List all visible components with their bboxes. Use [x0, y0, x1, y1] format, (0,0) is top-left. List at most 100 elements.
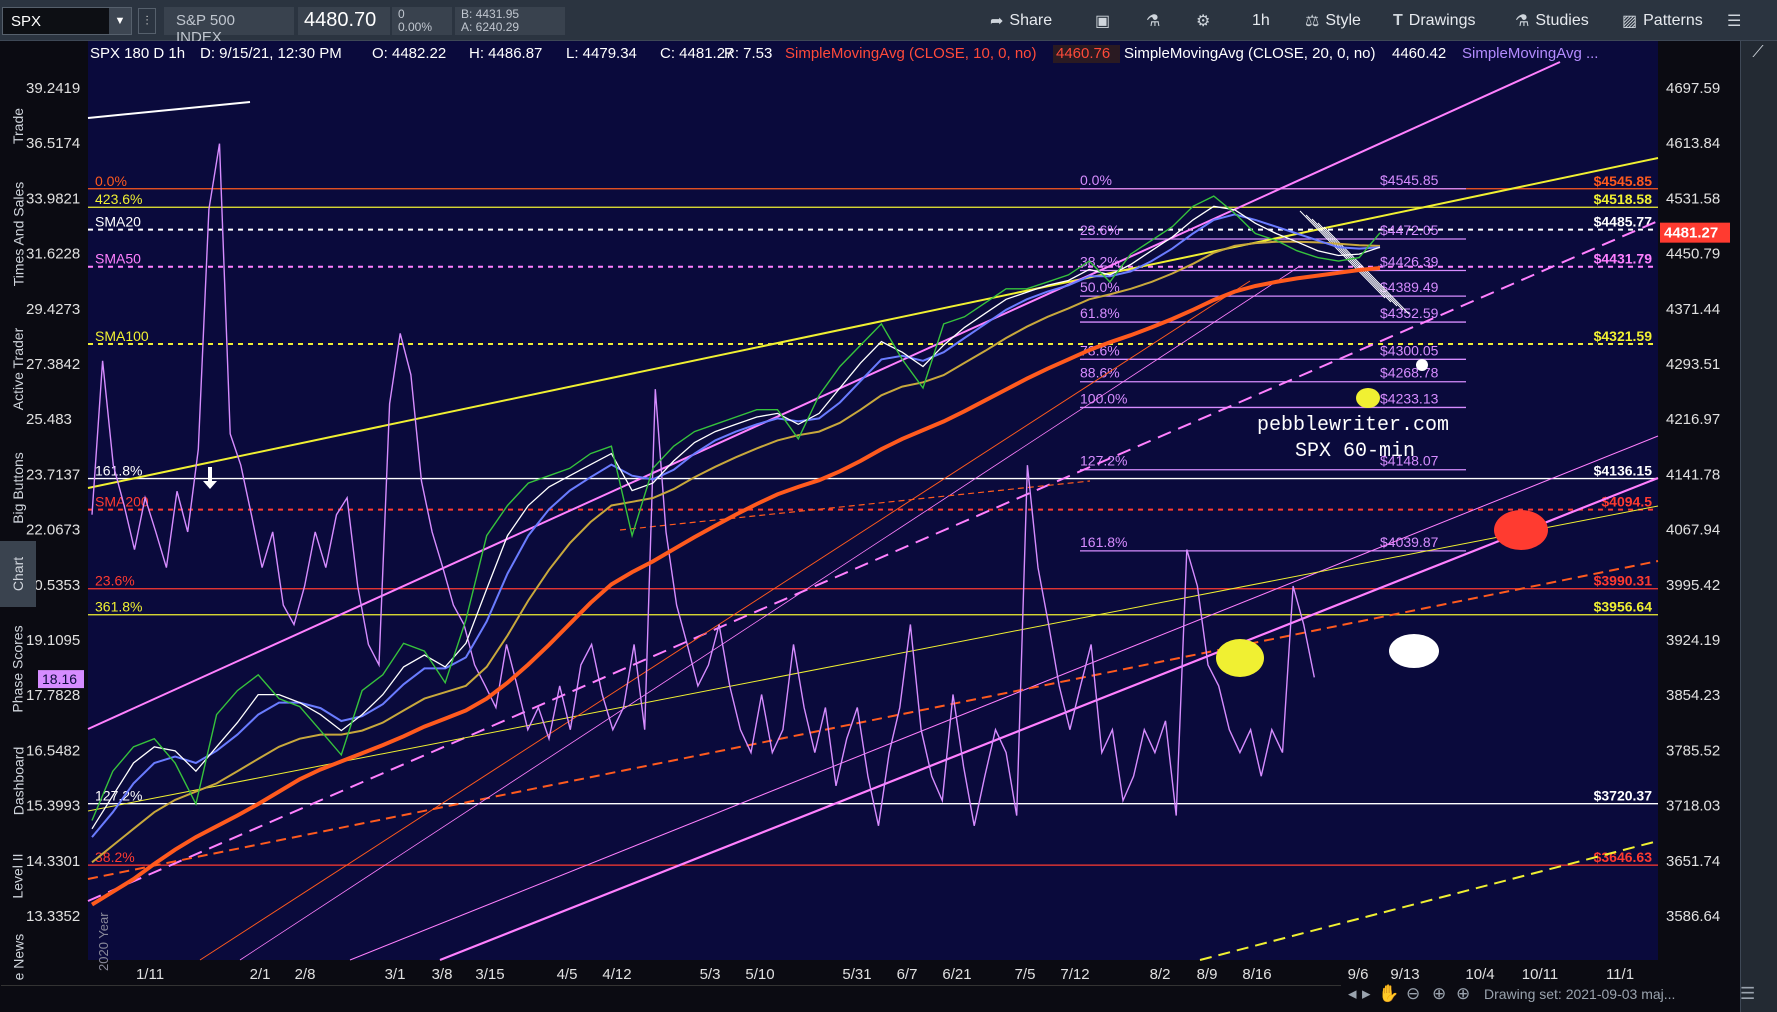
right-tab-chart[interactable]: Chart [0, 541, 36, 607]
menu-icon: ☰ [1727, 13, 1742, 30]
right-tab-label: Big Buttons [10, 452, 27, 524]
header-open: O: 4482.22 [372, 45, 446, 62]
watermark-subtitle: SPX 60-min [1295, 440, 1415, 463]
level-right-label: $3720.37 [1594, 788, 1653, 804]
lab-button[interactable]: ⚗ [1146, 8, 1160, 34]
right-tab-label: Times And Sales [10, 181, 26, 286]
time-tick-label: 6/21 [942, 966, 971, 981]
drawings-icon: T [1393, 12, 1403, 29]
price-tick-label: 3586.64 [1666, 908, 1720, 925]
level-left-label: 23.6% [95, 573, 135, 589]
scroll-left-icon[interactable]: ◂ [1348, 984, 1357, 1004]
drawing-set-label: Drawing set: 2021-09-03 maj... [1484, 986, 1676, 1002]
time-tick-label: 7/12 [1060, 966, 1089, 981]
fib-price-label: $4268.78 [1380, 365, 1439, 381]
price-tick-label: 4216.97 [1666, 411, 1720, 428]
time-tick-label: 3/15 [475, 966, 504, 981]
right-tab-trade[interactable]: Trade [0, 91, 36, 161]
style-icon: ⚖ [1305, 13, 1320, 30]
right-tab-label: Trade [10, 107, 26, 145]
crosshair-icon[interactable]: ⊕ [1432, 984, 1446, 1004]
header-sma20-label: SimpleMovingAvg (CLOSE, 20, 0, no) [1124, 45, 1376, 62]
scroll-right-icon[interactable]: ▸ [1362, 984, 1371, 1004]
header-prefix: SPX 180 D 1h [90, 45, 185, 62]
right-tab-label: Chart [9, 556, 26, 592]
right-tab-phase-scores[interactable]: Phase Scores [0, 611, 36, 726]
zoom-in-icon[interactable]: ⊕ [1456, 984, 1470, 1004]
time-tick-label: 4/12 [602, 966, 631, 981]
right-tab-level-ii[interactable]: Level II [0, 836, 36, 916]
level-right-label: $3990.31 [1594, 573, 1653, 589]
style-label: Style [1325, 12, 1361, 29]
level-right-label: $3646.63 [1594, 849, 1653, 865]
time-scrollbar[interactable] [1, 985, 1341, 999]
target-marker-red [1494, 510, 1548, 550]
level-left-label: SMA100 [95, 328, 149, 344]
target-marker-white-small [1416, 359, 1428, 371]
right-tab-dashboard[interactable]: Dashboard [0, 731, 36, 831]
year-label: 2020 Year [96, 912, 111, 971]
time-tick-label: 1/11 [136, 966, 164, 981]
last-price: 4480.70 [298, 7, 390, 35]
time-tick-label: 7/5 [1015, 966, 1036, 981]
right-tab-big-buttons[interactable]: Big Buttons [0, 438, 36, 538]
time-tick-label: 5/10 [745, 966, 774, 981]
price-chart[interactable]: 0.0% $4545.85423.6% $4518.58SMA20 $4485.77S… [0, 41, 1740, 981]
time-tick-label: 10/11 [1522, 966, 1558, 981]
level-right-label: $4094.5 [1601, 494, 1652, 510]
patterns-icon: ▨ [1622, 13, 1638, 30]
right-tab-label: Level II [10, 853, 27, 899]
drawings-button[interactable]: T Drawings [1393, 8, 1475, 34]
studies-button[interactable]: ⚗ Studies [1515, 8, 1589, 34]
fib-price-label: $4039.87 [1380, 534, 1439, 550]
time-tick-label: 11/1 [1606, 966, 1634, 981]
price-tick-label: 4450.79 [1666, 246, 1720, 263]
drawing-set-menu-icon[interactable]: ☰ [1740, 984, 1755, 1004]
target-marker-yellow-small [1356, 388, 1380, 408]
right-tab-active-trader[interactable]: Active Trader [0, 306, 36, 432]
chart-settings-button[interactable]: ▣ [1095, 8, 1110, 34]
header-close: C: 4481.27 [660, 45, 733, 62]
time-tick-label: 2/8 [295, 966, 316, 981]
index-name: S&P 500 INDEX [164, 7, 294, 46]
time-tick-label: 5/3 [700, 966, 721, 981]
price-tick-label: 3785.52 [1666, 742, 1720, 759]
symbol-dropdown-icon[interactable]: ▼ [109, 8, 131, 34]
time-tick-label: 3/1 [385, 966, 406, 981]
patterns-label: Patterns [1643, 12, 1703, 29]
timeframe-button[interactable]: 1h [1252, 8, 1270, 34]
header-low: L: 4479.34 [566, 45, 637, 62]
menu-button[interactable]: ☰ [1727, 8, 1741, 34]
link-icon[interactable]: ⫶ [138, 8, 156, 34]
right-tab-label: Active Trader [10, 327, 27, 411]
level-left-label: SMA50 [95, 251, 141, 267]
price-tick-label: 3995.42 [1666, 577, 1720, 594]
current-vix-label: 18.16 [42, 671, 77, 687]
level-left-label: 423.6% [95, 191, 142, 207]
fib-price-label: $4233.13 [1380, 390, 1439, 406]
fib-percent-label: 23.6% [1080, 222, 1120, 238]
drawing-tool-icon[interactable]: ⟋ [1743, 44, 1773, 66]
time-tick-label: 9/13 [1390, 966, 1419, 981]
header-high: H: 4486.87 [469, 45, 542, 62]
target-marker-white [1389, 634, 1439, 668]
price-tick-label: 4697.59 [1666, 80, 1720, 97]
time-tick-label: 8/16 [1242, 966, 1271, 981]
symbol-input[interactable]: SPX ▼ [2, 7, 132, 35]
style-button[interactable]: ⚖ Style [1305, 8, 1361, 34]
right-tab-times-and-sales[interactable]: Times And Sales [0, 166, 36, 301]
zoom-out-icon[interactable]: ⊖ [1406, 984, 1420, 1004]
fib-percent-label: 161.8% [1080, 534, 1127, 550]
share-button[interactable]: ➦ Share [990, 8, 1052, 34]
header-sma10-label: SimpleMovingAvg (CLOSE, 10, 0, no) [785, 45, 1037, 62]
hand-icon[interactable]: ✋ [1378, 984, 1399, 1004]
time-tick-label: 8/9 [1197, 966, 1218, 981]
drawings-label: Drawings [1408, 12, 1476, 29]
target-marker-yellow-large [1216, 639, 1264, 677]
settings-button[interactable]: ⚙ [1196, 8, 1210, 34]
header-date: D: 9/15/21, 12:30 PM [200, 45, 342, 62]
patterns-button[interactable]: ▨ Patterns [1622, 8, 1703, 34]
watermark-site: pebblewriter.com [1257, 414, 1449, 437]
change-percent: 0.00% [398, 20, 433, 34]
time-tick-label: 6/7 [897, 966, 918, 981]
